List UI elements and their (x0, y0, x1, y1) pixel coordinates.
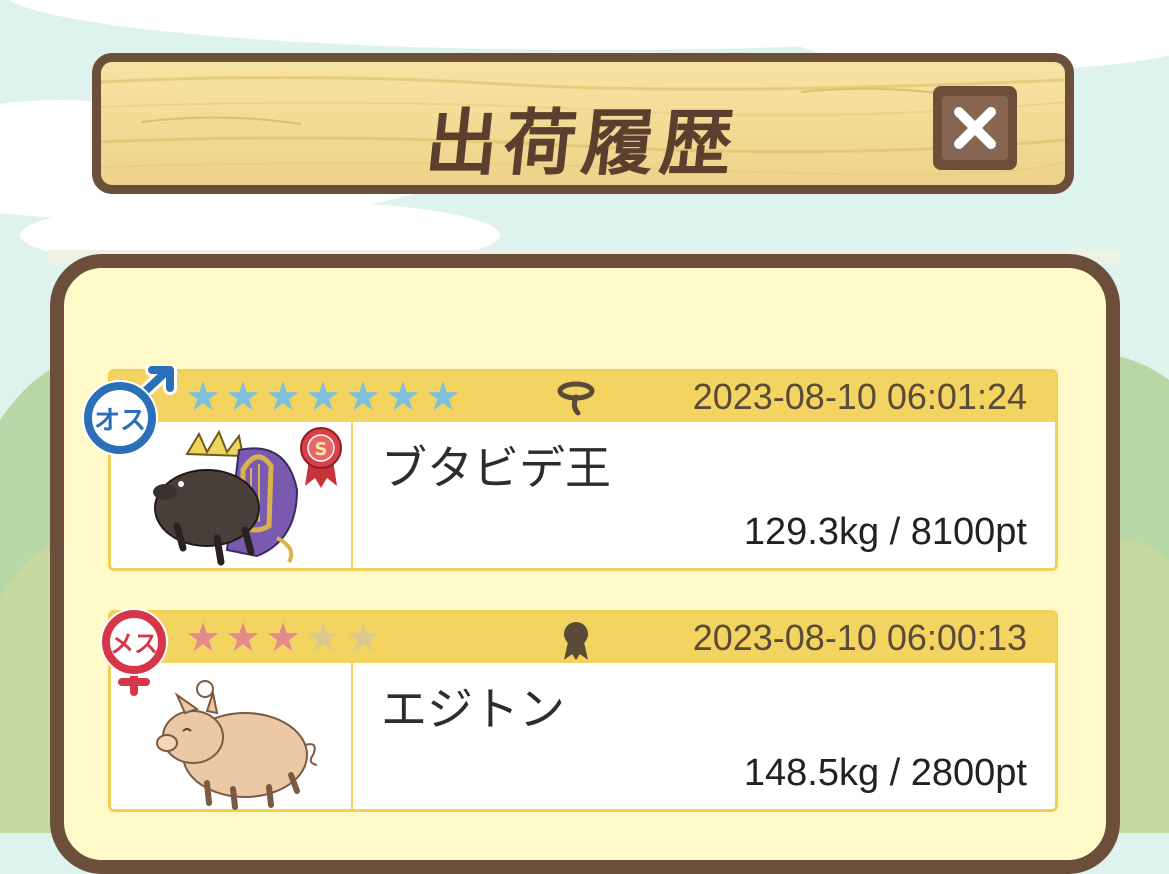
svg-text:オス: オス (94, 406, 146, 436)
svg-text:メス: メス (110, 630, 158, 658)
shipment-date: 2023-08-10 06:00:13 (692, 617, 1027, 658)
gender-badge-male: オス (80, 363, 180, 462)
svg-text:S: S (315, 439, 328, 460)
star-filled-icon: ★ (225, 374, 261, 420)
star-filled-icon: ★ (385, 374, 421, 420)
star-empty-icon: ★ (345, 615, 381, 661)
history-record[interactable]: ★ ★ ★ ★ ★ ★ ★ 2023-08-10 06:01:24 S ブタビデ王 129.… (108, 369, 1058, 571)
star-empty-icon: ★ (305, 615, 341, 661)
star-rating: ★ ★ ★ ★ ★ ★ ★ (183, 377, 463, 417)
lasso-icon (557, 381, 595, 416)
ribbon-icon (564, 622, 588, 660)
rank-s-badge-icon: S (300, 427, 342, 488)
male-symbol-icon: オス (82, 363, 177, 456)
history-record[interactable]: ★ ★ ★ ★ ★ 2023-08-10 06:00:13 エジトン 148.5kg /… (108, 610, 1058, 812)
star-filled-icon: ★ (265, 615, 301, 661)
close-button[interactable] (933, 86, 1017, 170)
card-divider (351, 663, 353, 809)
weight-points: 148.5kg / 2800pt (743, 752, 1027, 794)
star-filled-icon: ★ (305, 374, 341, 420)
star-filled-icon: ★ (225, 615, 261, 661)
title-banner: 出荷履歴 (92, 53, 1074, 194)
close-icon (954, 107, 996, 149)
female-symbol-icon: メス (100, 608, 168, 699)
star-filled-icon: ★ (185, 615, 221, 661)
card-divider (351, 422, 353, 568)
star-filled-icon: ★ (185, 374, 221, 420)
star-filled-icon: ★ (265, 374, 301, 420)
star-filled-icon: ★ (345, 374, 381, 420)
pig-name: ブタビデ王 (381, 441, 611, 495)
page-title: 出荷履歴 (421, 101, 743, 185)
star-filled-icon: ★ (425, 374, 461, 420)
shipment-date: 2023-08-10 06:01:24 (692, 376, 1027, 417)
star-rating: ★ ★ ★ ★ ★ (183, 618, 383, 658)
gender-badge-female: メス (92, 608, 176, 699)
pig-name: エジトン (381, 682, 565, 736)
weight-points: 129.3kg / 8100pt (743, 511, 1027, 553)
